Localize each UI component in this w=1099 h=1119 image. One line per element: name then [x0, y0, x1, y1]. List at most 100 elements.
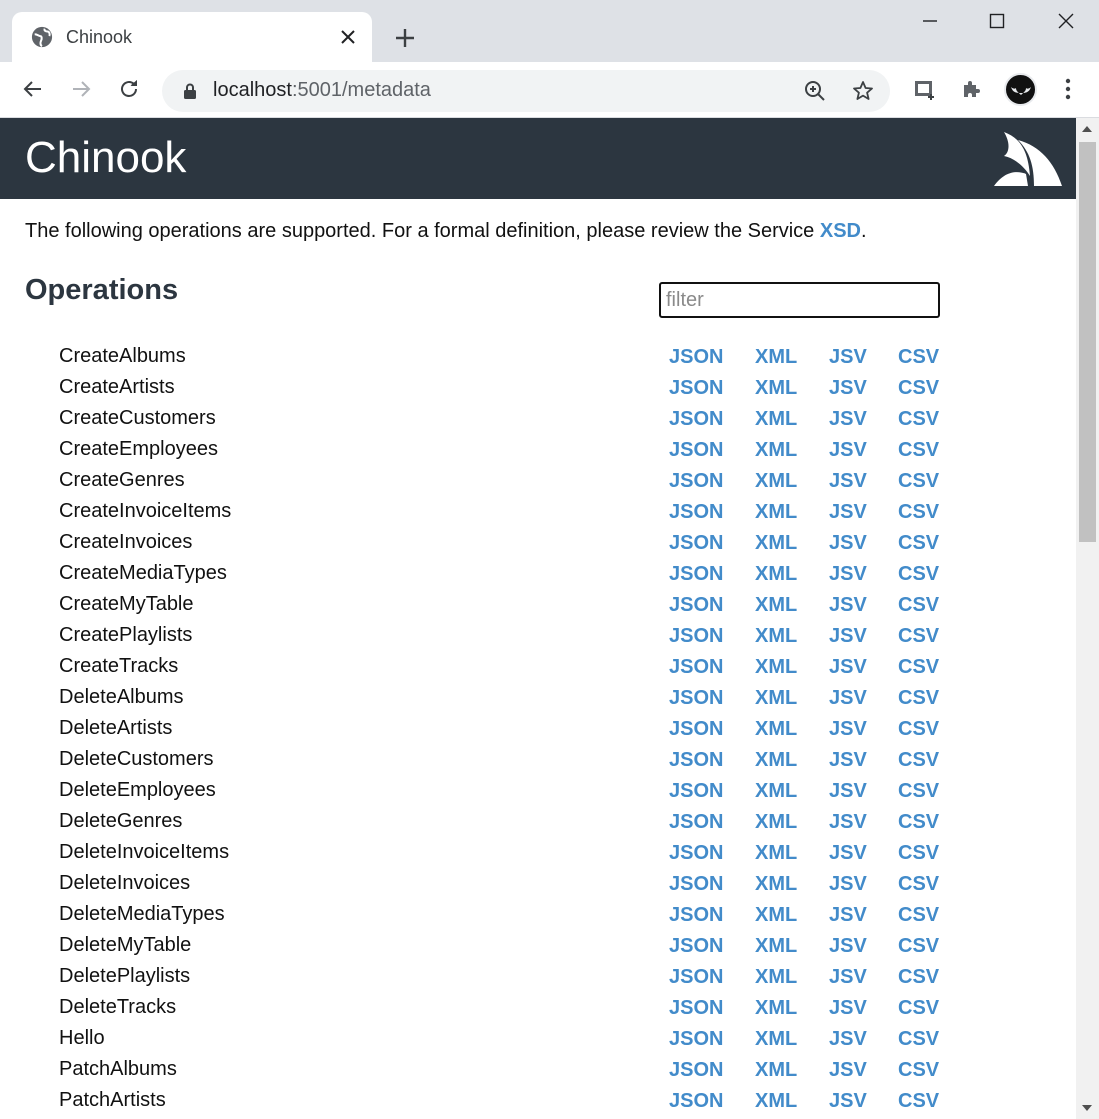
csv-format-link[interactable]: CSV [898, 811, 939, 834]
xml-format-link[interactable]: XML [755, 439, 797, 462]
back-button[interactable] [18, 74, 48, 104]
csv-format-link[interactable]: CSV [898, 1028, 939, 1051]
page-scrollbar[interactable] [1076, 118, 1099, 1119]
jsv-format-link[interactable]: JSV [829, 966, 867, 989]
csv-format-link[interactable]: CSV [898, 1059, 939, 1082]
xml-format-link[interactable]: XML [755, 749, 797, 772]
address-bar[interactable]: localhost:5001/metadata [162, 70, 890, 112]
url-text[interactable]: localhost:5001/metadata [213, 79, 431, 102]
xml-format-link[interactable]: XML [755, 873, 797, 896]
maximize-button[interactable] [984, 8, 1010, 34]
xml-format-link[interactable]: XML [755, 501, 797, 524]
json-format-link[interactable]: JSON [669, 594, 723, 617]
csv-format-link[interactable]: CSV [898, 532, 939, 555]
plus-icon[interactable] [392, 25, 418, 51]
xml-format-link[interactable]: XML [755, 1090, 797, 1113]
jsv-format-link[interactable]: JSV [829, 501, 867, 524]
csv-format-link[interactable]: CSV [898, 749, 939, 772]
json-format-link[interactable]: JSON [669, 408, 723, 431]
xml-format-link[interactable]: XML [755, 780, 797, 803]
jsv-format-link[interactable]: JSV [829, 842, 867, 865]
csv-format-link[interactable]: CSV [898, 377, 939, 400]
csv-format-link[interactable]: CSV [898, 656, 939, 679]
json-format-link[interactable]: JSON [669, 997, 723, 1020]
scroll-down-arrow-icon[interactable] [1082, 1105, 1092, 1111]
csv-format-link[interactable]: CSV [898, 904, 939, 927]
star-icon[interactable] [851, 79, 875, 103]
json-format-link[interactable]: JSON [669, 625, 723, 648]
json-format-link[interactable]: JSON [669, 439, 723, 462]
csv-format-link[interactable]: CSV [898, 966, 939, 989]
jsv-format-link[interactable]: JSV [829, 532, 867, 555]
jsv-format-link[interactable]: JSV [829, 1090, 867, 1113]
jsv-format-link[interactable]: JSV [829, 935, 867, 958]
xml-format-link[interactable]: XML [755, 594, 797, 617]
jsv-format-link[interactable]: JSV [829, 997, 867, 1020]
xml-format-link[interactable]: XML [755, 997, 797, 1020]
json-format-link[interactable]: JSON [669, 966, 723, 989]
jsv-format-link[interactable]: JSV [829, 656, 867, 679]
csv-format-link[interactable]: CSV [898, 842, 939, 865]
scroll-up-arrow-icon[interactable] [1082, 126, 1092, 132]
xml-format-link[interactable]: XML [755, 656, 797, 679]
jsv-format-link[interactable]: JSV [829, 1028, 867, 1051]
xml-format-link[interactable]: XML [755, 1028, 797, 1051]
json-format-link[interactable]: JSON [669, 501, 723, 524]
csv-format-link[interactable]: CSV [898, 501, 939, 524]
minimize-button[interactable] [917, 8, 943, 34]
forward-button[interactable] [66, 74, 96, 104]
screenshot-extension-button[interactable] [910, 75, 938, 103]
xml-format-link[interactable]: XML [755, 811, 797, 834]
csv-format-link[interactable]: CSV [898, 625, 939, 648]
json-format-link[interactable]: JSON [669, 656, 723, 679]
jsv-format-link[interactable]: JSV [829, 470, 867, 493]
xml-format-link[interactable]: XML [755, 687, 797, 710]
jsv-format-link[interactable]: JSV [829, 873, 867, 896]
jsv-format-link[interactable]: JSV [829, 1059, 867, 1082]
json-format-link[interactable]: JSON [669, 780, 723, 803]
json-format-link[interactable]: JSON [669, 1028, 723, 1051]
jsv-format-link[interactable]: JSV [829, 687, 867, 710]
csv-format-link[interactable]: CSV [898, 718, 939, 741]
xml-format-link[interactable]: XML [755, 904, 797, 927]
close-window-button[interactable] [1053, 8, 1079, 34]
csv-format-link[interactable]: CSV [898, 470, 939, 493]
jsv-format-link[interactable]: JSV [829, 439, 867, 462]
jsv-format-link[interactable]: JSV [829, 904, 867, 927]
xml-format-link[interactable]: XML [755, 935, 797, 958]
xml-format-link[interactable]: XML [755, 408, 797, 431]
jsv-format-link[interactable]: JSV [829, 377, 867, 400]
xml-format-link[interactable]: XML [755, 625, 797, 648]
xsd-link[interactable]: XSD [820, 220, 861, 242]
csv-format-link[interactable]: CSV [898, 346, 939, 369]
xml-format-link[interactable]: XML [755, 966, 797, 989]
csv-format-link[interactable]: CSV [898, 563, 939, 586]
json-format-link[interactable]: JSON [669, 1059, 723, 1082]
jsv-format-link[interactable]: JSV [829, 780, 867, 803]
json-format-link[interactable]: JSON [669, 904, 723, 927]
csv-format-link[interactable]: CSV [898, 439, 939, 462]
csv-format-link[interactable]: CSV [898, 687, 939, 710]
jsv-format-link[interactable]: JSV [829, 625, 867, 648]
json-format-link[interactable]: JSON [669, 346, 723, 369]
xml-format-link[interactable]: XML [755, 718, 797, 741]
xml-format-link[interactable]: XML [755, 842, 797, 865]
json-format-link[interactable]: JSON [669, 563, 723, 586]
json-format-link[interactable]: JSON [669, 532, 723, 555]
browser-tab[interactable]: Chinook [12, 12, 372, 62]
json-format-link[interactable]: JSON [669, 1090, 723, 1113]
scrollbar-thumb[interactable] [1079, 142, 1096, 542]
json-format-link[interactable]: JSON [669, 842, 723, 865]
extensions-button[interactable] [958, 75, 986, 103]
csv-format-link[interactable]: CSV [898, 935, 939, 958]
browser-menu-button[interactable] [1054, 75, 1082, 103]
zoom-icon[interactable] [803, 79, 827, 103]
xml-format-link[interactable]: XML [755, 346, 797, 369]
jsv-format-link[interactable]: JSV [829, 749, 867, 772]
json-format-link[interactable]: JSON [669, 377, 723, 400]
json-format-link[interactable]: JSON [669, 811, 723, 834]
json-format-link[interactable]: JSON [669, 718, 723, 741]
jsv-format-link[interactable]: JSV [829, 346, 867, 369]
json-format-link[interactable]: JSON [669, 873, 723, 896]
csv-format-link[interactable]: CSV [898, 780, 939, 803]
